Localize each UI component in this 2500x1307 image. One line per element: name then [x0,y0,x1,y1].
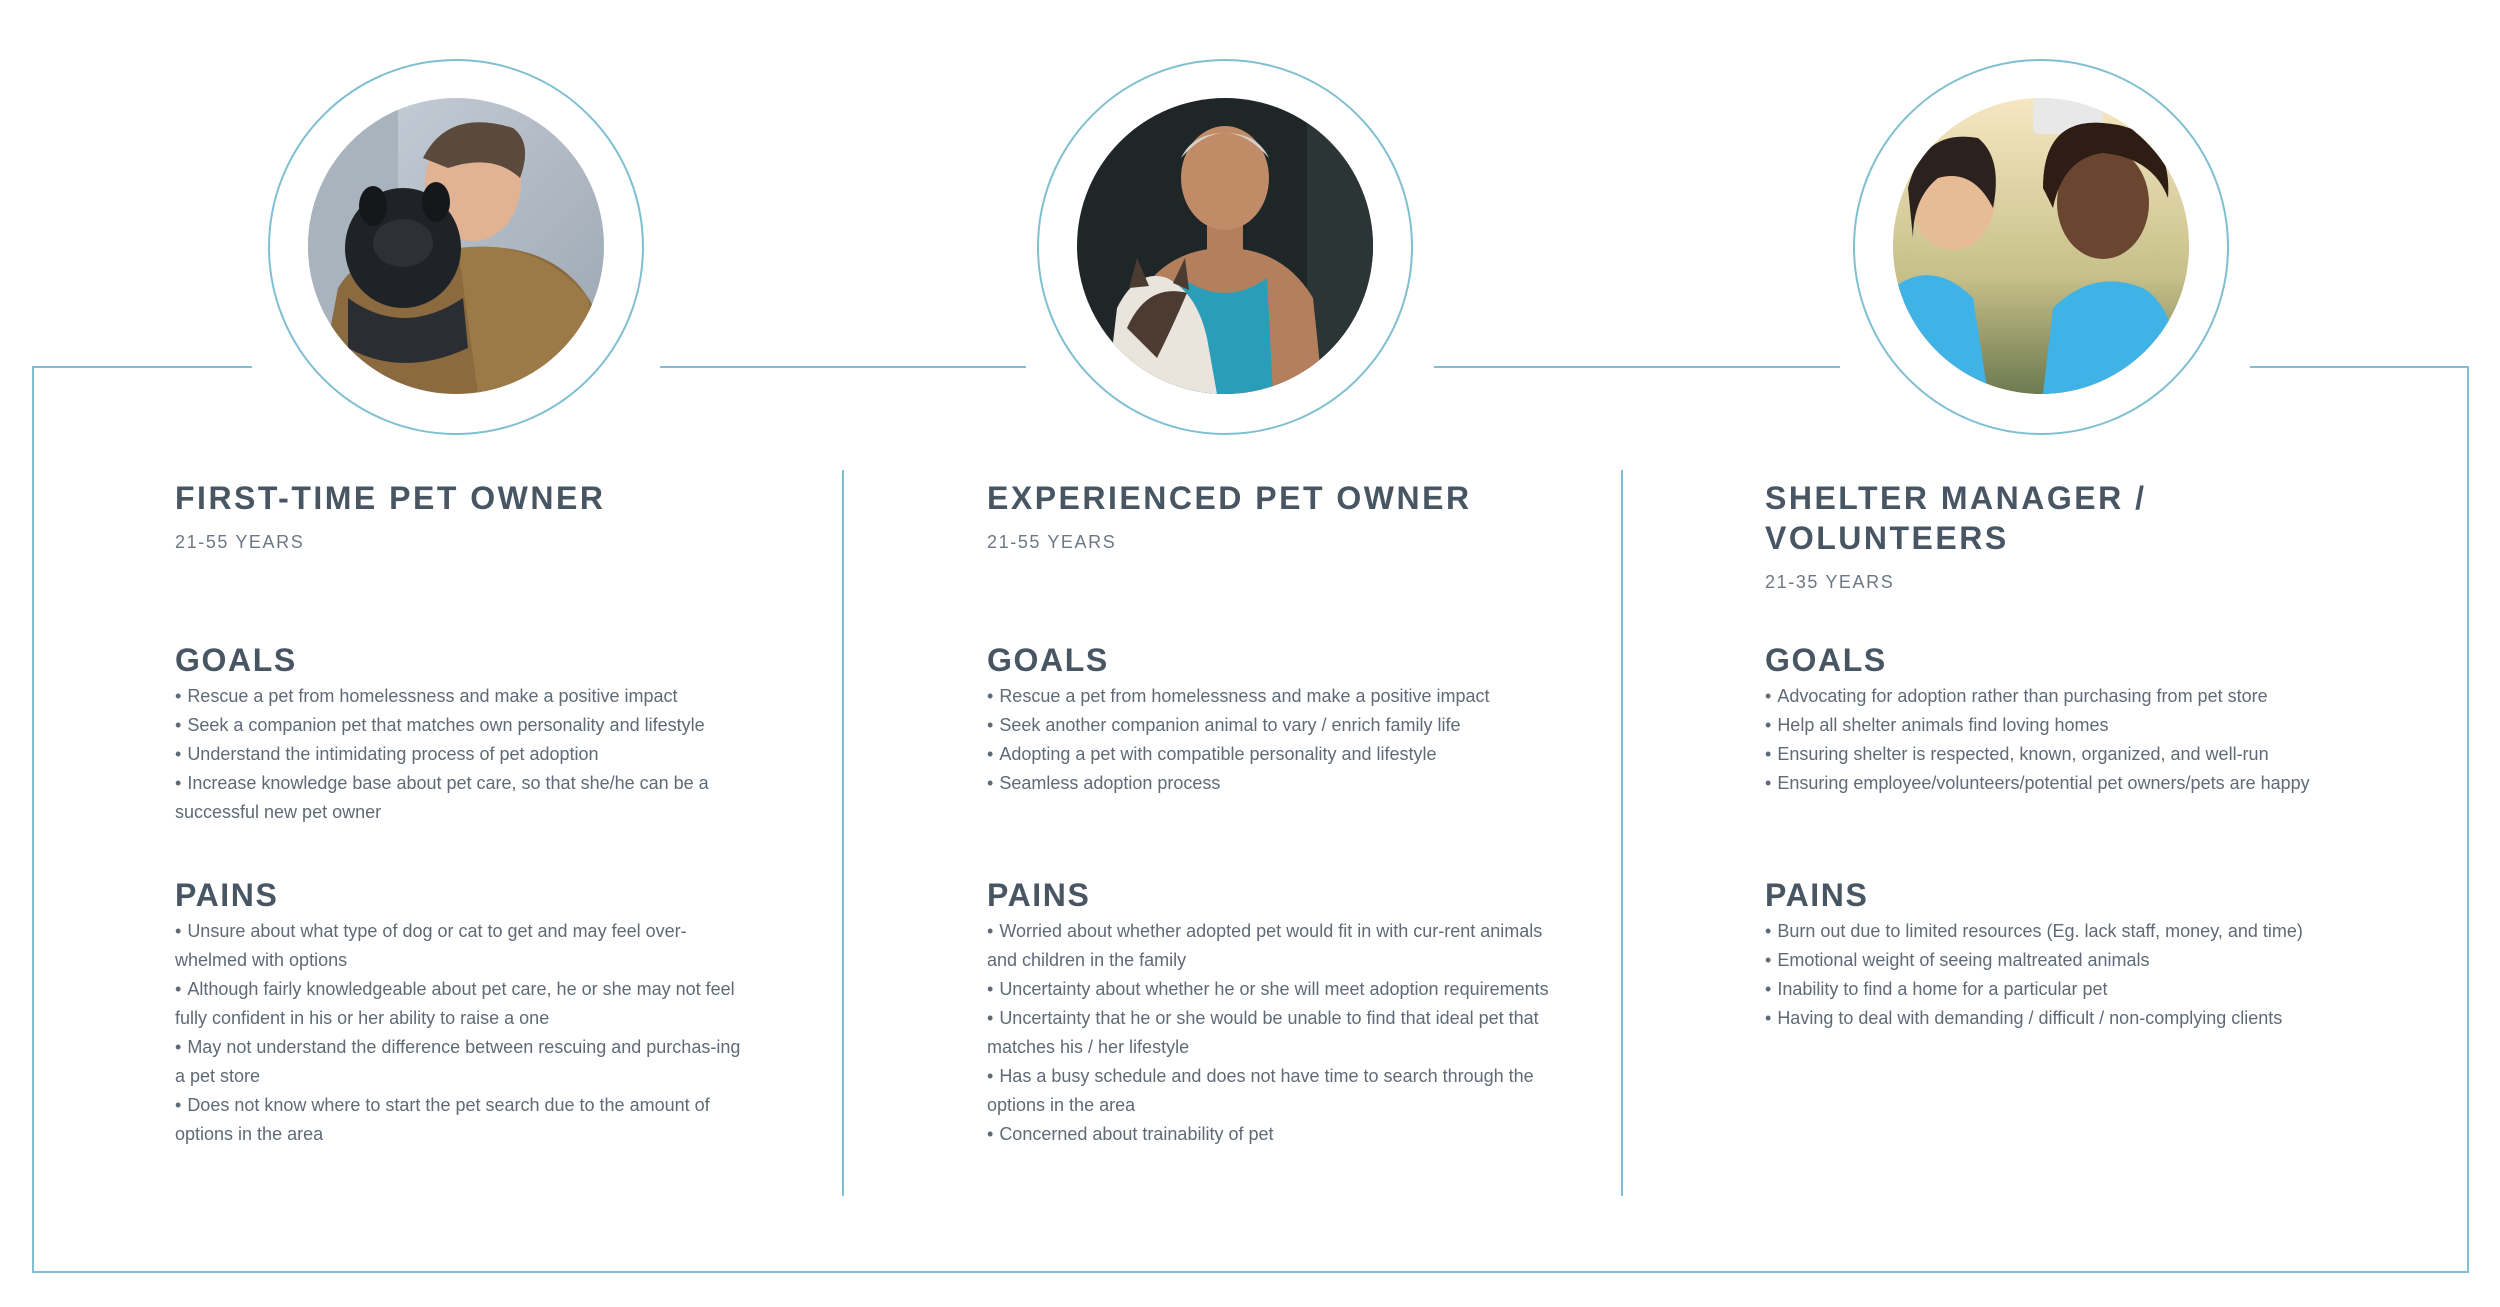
column-divider [1621,470,1623,1196]
persona-age: 21-55 YEARS [175,532,305,552]
pains-list: Unsure about what type of dog or cat to … [175,917,745,1149]
frame-top-mid-1 [660,366,1026,368]
pain-item: Burn out due to limited resources (Eg. l… [1765,917,2335,946]
goal-item: Seek another companion animal to vary / … [987,711,1557,740]
persona-age: 21-55 YEARS [987,532,1117,552]
pains-heading: PAINS [1765,877,1869,913]
frame-left [32,366,34,1273]
person-with-dog-photo [308,98,604,394]
pain-item: Emotional weight of seeing maltreated an… [1765,946,2335,975]
goal-item: Rescue a pet from homelessness and make … [175,682,745,711]
goals-list: Rescue a pet from homelessness and make … [987,682,1557,798]
goals-heading: GOALS [175,642,297,678]
pain-item: Concerned about trainability of pet [987,1120,1557,1149]
pain-item: Unsure about what type of dog or cat to … [175,917,745,975]
persona-title: SHELTER MANAGER / VOLUNTEERS [1765,480,2147,556]
goal-item: Adopting a pet with compatible personali… [987,740,1557,769]
frame-top-left [32,366,252,368]
man-with-husky-photo [1077,98,1373,394]
persona-title: FIRST-TIME PET OWNER [175,480,606,516]
goal-item: Ensuring shelter is respected, known, or… [1765,740,2335,769]
goal-item: Help all shelter animals find loving hom… [1765,711,2335,740]
frame-top-right [2250,366,2469,368]
persona-card-first-time-owner: FIRST-TIME PET OWNER 21-55 YEARS GOALS R… [175,478,795,1144]
goal-item: Advocating for adoption rather than purc… [1765,682,2335,711]
goals-heading: GOALS [1765,642,1887,678]
goal-item: Rescue a pet from homelessness and make … [987,682,1557,711]
persona-age: 21-35 YEARS [1765,572,1895,592]
goals-heading: GOALS [987,642,1109,678]
goal-item: Understand the intimidating process of p… [175,740,745,769]
pains-heading: PAINS [987,877,1091,913]
persona-title: EXPERIENCED PET OWNER [987,480,1472,516]
two-volunteers-selfie-photo [1893,98,2189,394]
pain-item: Uncertainty that he or she would be unab… [987,1004,1557,1062]
goal-item: Increase knowledge base about pet care, … [175,769,745,827]
pains-list: Worried about whether adopted pet would … [987,917,1557,1149]
persona-card-shelter-manager: SHELTER MANAGER / VOLUNTEERS 21-35 YEARS… [1765,478,2385,1028]
pain-item: Worried about whether adopted pet would … [987,917,1557,975]
persona-card-experienced-owner: EXPERIENCED PET OWNER 21-55 YEARS GOALS … [987,478,1607,1144]
goal-item: Ensuring employee/volunteers/potential p… [1765,769,2335,798]
pain-item: Having to deal with demanding / difficul… [1765,1004,2335,1033]
column-divider [842,470,844,1196]
pains-heading: PAINS [175,877,279,913]
pains-list: Burn out due to limited resources (Eg. l… [1765,917,2335,1033]
pain-item: May not understand the difference betwee… [175,1033,745,1091]
goals-list: Rescue a pet from homelessness and make … [175,682,745,827]
frame-bottom [32,1271,2469,1273]
pain-item: Has a busy schedule and does not have ti… [987,1062,1557,1120]
goals-list: Advocating for adoption rather than purc… [1765,682,2335,798]
pain-item: Although fairly knowledgeable about pet … [175,975,745,1033]
pain-item: Uncertainty about whether he or she will… [987,975,1557,1004]
pain-item: Inability to find a home for a particula… [1765,975,2335,1004]
frame-top-mid-2 [1434,366,1840,368]
goal-item: Seamless adoption process [987,769,1557,798]
goal-item: Seek a companion pet that matches own pe… [175,711,745,740]
pain-item: Does not know where to start the pet sea… [175,1091,745,1149]
frame-right [2467,366,2469,1273]
